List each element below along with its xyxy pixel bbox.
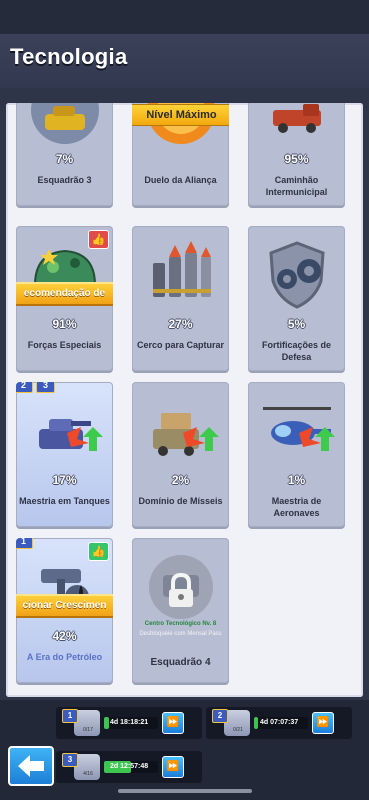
recommendation-ribbon: ecomendação de [16,282,113,306]
slot-progress-fill [254,717,259,729]
tech-name: Fortificações de Defesa [261,340,332,362]
artillery-shells-icon [132,226,229,324]
tech-card-duelo[interactable]: Nível Máximo Duelo da Aliança [132,103,229,206]
tech-card-petroleo[interactable]: 1 👍 cionar Crescimen 42% A Era do Petról… [16,538,113,683]
slot-level-badge: 1 [62,709,78,723]
progress-percent: 91% [52,317,77,331]
max-level-badge: Nível Máximo [132,104,229,126]
tech-name: Duelo da Aliança [144,175,217,185]
helicopter-upgrade-icon [248,382,345,480]
tech-name: Esquadrão 3 [37,175,92,185]
tech-name: Cerco para Capturar [136,340,225,350]
tech-card-misseis[interactable]: 2% Domínio de Mísseis [132,382,229,527]
tech-card-caminhao[interactable]: 95% Caminhão Intermunicipal [248,103,345,206]
tech-card-tanques[interactable]: 2 3 17% Maestria em Tanques [16,382,113,527]
home-indicator [118,789,252,793]
progress-percent: 1% [287,473,306,487]
tech-card-aeronaves[interactable]: 1% Maestria de Aeronaves [248,382,345,527]
tech-card-fortificacoes[interactable]: 5% Fortificações de Defesa [248,226,345,371]
progress-percent: 42% [52,629,77,643]
progress-percent: 17% [52,473,77,487]
progress-percent: 7% [55,152,74,166]
speed-up-button[interactable]: ⏩ [312,712,334,734]
tech-name: Domínio de Mísseis [138,496,223,506]
back-button[interactable] [8,746,54,786]
tech-name: Caminhão Intermunicipal [265,175,328,197]
slot-count: 0/17 [83,727,93,733]
shield-gear-icon [248,226,345,324]
tech-name: A Era do Petróleo [26,652,103,662]
progress-percent: 5% [287,317,306,331]
thumbs-up-icon: 👍 [88,542,109,561]
tech-name: Maestria em Tanques [19,496,110,506]
tech-name: Esquadrão 4 [150,657,211,668]
progress-percent: 95% [284,152,309,166]
slot-timer: 2d 12:57:48 [110,763,149,770]
unlock-hint: Desbloqueie com Mensal Pass [139,631,222,637]
missile-upgrade-icon [132,382,229,480]
thumbs-up-icon: 👍 [88,230,109,249]
level-badge: 2 [16,382,33,393]
tech-card-cerco[interactable]: 27% Cerco para Capturar [132,226,229,371]
slot-progress-bar: 4d 07:07:37 [254,717,308,729]
speed-up-button[interactable]: ⏩ [162,712,184,734]
research-slot-1[interactable]: 1 0/17 4d 18:18:21 ⏩ [56,707,202,739]
slot-level-badge: 2 [212,709,228,723]
progress-percent: 2% [171,473,190,487]
truck-icon [248,103,345,159]
research-slot-3[interactable]: 3 4/16 2d 12:57:48 ⏩ [56,751,202,783]
tech-name: Forças Especiais [27,340,102,350]
unlock-requirement: Centro Tecnológico Nv. 8 [144,621,217,627]
progress-percent: 27% [168,317,193,331]
speed-up-button[interactable]: ⏩ [162,756,184,778]
status-bar [0,0,369,34]
slot-progress-fill [104,717,110,729]
slot-progress-bar: 4d 18:18:21 [104,717,158,729]
tank-squad-icon [16,103,113,159]
level-badge: 1 [16,538,33,549]
research-slot-2[interactable]: 2 0/21 4d 07:07:37 ⏩ [206,707,352,739]
tech-card-forcas[interactable]: 👍 ecomendação de 91% Forças Especiais [16,226,113,371]
slot-timer: 4d 07:07:37 [260,719,299,726]
slot-timer: 4d 18:18:21 [110,719,149,726]
tank-upgrade-icon [16,382,113,480]
slot-progress-bar: 2d 12:57:48 [104,761,158,773]
page-title: Tecnologia [10,44,128,69]
slot-level-badge: 3 [62,753,78,767]
level-badge: 3 [36,382,55,393]
tech-card-esquadrao-3[interactable]: 7% Esquadrão 3 [16,103,113,206]
accelerate-growth-ribbon: cionar Crescimen [16,594,113,618]
tech-name: Maestria de Aeronaves [271,496,322,518]
arrow-left-icon [18,755,44,777]
tech-card-esquadrao-4[interactable]: Centro Tecnológico Nv. 8 Desbloqueie com… [132,538,229,683]
slot-count: 0/21 [233,727,243,733]
tech-grid-panel[interactable]: 7% Esquadrão 3 Nível Máximo Duelo da Ali… [6,103,363,697]
slot-count: 4/16 [83,771,93,777]
